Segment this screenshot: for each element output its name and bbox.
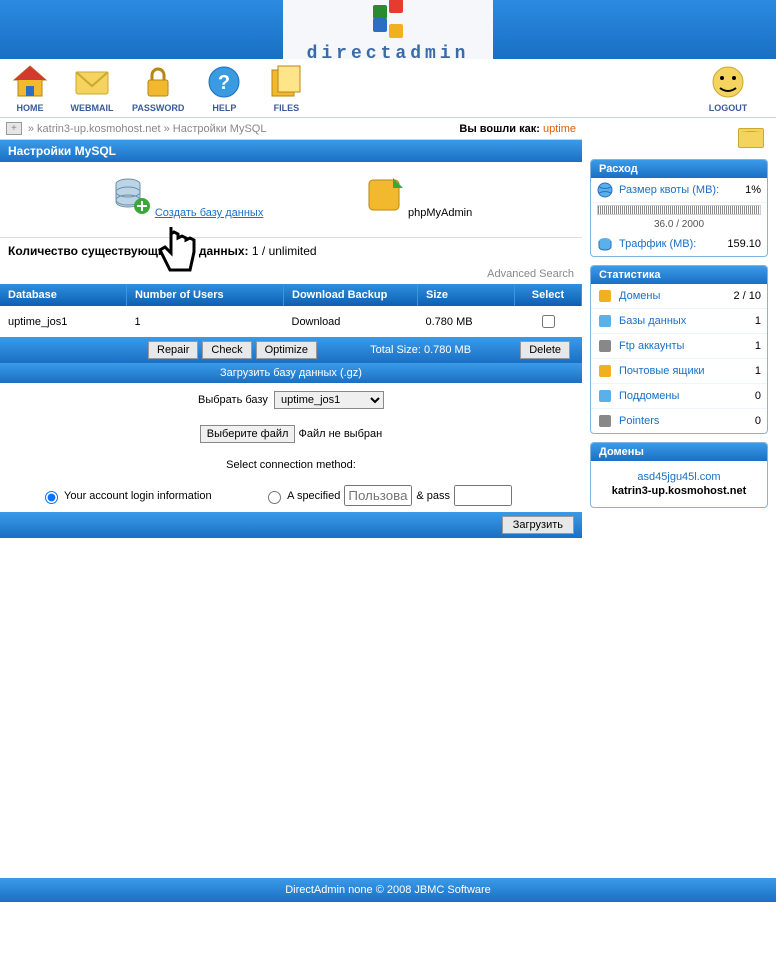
logged-in-label: Вы вошли как: <box>459 123 540 135</box>
action-bar: Repair Check Optimize Total Size: 0.780 … <box>0 337 582 363</box>
nav-webmail[interactable]: WEBMAIL <box>70 63 114 113</box>
stat-icon <box>597 313 613 329</box>
password-icon <box>136 63 180 101</box>
sidebar: Расход Размер квоты (MB): 1% 36.0 / 2000… <box>582 118 776 522</box>
conn-method-label: Select connection method: <box>0 451 582 479</box>
quota-text: 36.0 / 2000 <box>591 217 767 232</box>
domain-link[interactable]: katrin3-up.kosmohost.net <box>595 485 763 497</box>
stat-icon <box>597 288 613 304</box>
logo-text: directadmin <box>283 44 493 64</box>
specified-pass-input[interactable] <box>454 485 512 506</box>
domains-title: Домены <box>591 443 767 461</box>
stat-icon <box>597 338 613 354</box>
total-size: Total Size: 0.780 MB <box>321 344 520 356</box>
stat-row[interactable]: Почтовые ящики1 <box>591 359 767 384</box>
database-add-icon <box>110 174 152 216</box>
col-select[interactable]: Select <box>515 284 582 306</box>
select-db-row: Выбрать базу uptime_jos1 <box>0 383 582 417</box>
logo-icon <box>372 4 404 42</box>
help-icon: ? <box>202 63 246 101</box>
db-size-cell: 0.780 MB <box>418 306 515 337</box>
tools-row: Создать базу данных phpMyAdmin <box>0 162 582 237</box>
logout-icon <box>706 63 750 101</box>
logo-panel: directadmin <box>283 0 493 59</box>
stat-icon <box>597 363 613 379</box>
stat-row[interactable]: Домены2 / 10 <box>591 284 767 309</box>
expand-button[interactable]: + <box>6 122 22 135</box>
svg-text:?: ? <box>218 72 230 94</box>
nav-files[interactable]: FILES <box>264 63 308 113</box>
connection-row: Your account login information A specifi… <box>0 479 582 512</box>
footer: DirectAdmin none © 2008 JBMC Software <box>0 878 776 902</box>
stat-row[interactable]: Базы данных1 <box>591 309 767 334</box>
table-row: uptime_jos1 1 Download 0.780 MB <box>0 306 582 337</box>
choose-file-button[interactable]: Выберите файл <box>200 425 296 443</box>
stat-icon <box>597 388 613 404</box>
nav-home[interactable]: HOME <box>8 63 52 113</box>
db-name-cell[interactable]: uptime_jos1 <box>0 306 127 337</box>
usage-title: Расход <box>591 160 767 178</box>
select-checkbox[interactable] <box>542 315 555 328</box>
database-table: Database Number of Users Download Backup… <box>0 284 582 337</box>
stats-title: Статистика <box>591 266 767 284</box>
col-size[interactable]: Size <box>418 284 515 306</box>
repair-button[interactable]: Repair <box>148 341 198 359</box>
logged-in-user[interactable]: uptime <box>543 123 576 135</box>
db-users-cell: 1 <box>127 306 284 337</box>
col-database[interactable]: Database <box>0 284 127 306</box>
nav-password[interactable]: PASSWORD <box>132 63 184 113</box>
stat-row[interactable]: Pointers0 <box>591 409 767 433</box>
col-users[interactable]: Number of Users <box>127 284 284 306</box>
top-header: directadmin <box>0 0 776 59</box>
stat-row[interactable]: Ftp аккаунты1 <box>591 334 767 359</box>
db-select[interactable]: uptime_jos1 <box>274 391 384 409</box>
optimize-button[interactable]: Optimize <box>256 341 317 359</box>
specified-user-input[interactable] <box>344 485 412 506</box>
file-select-row: Выберите файл Файл не выбран <box>0 417 582 451</box>
create-db-link[interactable]: Создать базу данных <box>110 174 264 219</box>
disk-icon <box>597 236 613 252</box>
stats-box: Статистика Домены2 / 10Базы данных1Ftp а… <box>590 265 768 434</box>
breadcrumb-host[interactable]: katrin3-up.kosmohost.net <box>37 123 161 135</box>
globe-icon <box>597 182 613 198</box>
upload-header: Загрузить базу данных (.gz) <box>0 363 582 383</box>
domains-box: Домены asd45jgu45l.com katrin3-up.kosmoho… <box>590 442 768 508</box>
download-link[interactable]: Download <box>292 316 341 328</box>
radio-account-input[interactable] <box>45 491 58 504</box>
messages-icon[interactable] <box>738 128 764 148</box>
quota-bar <box>597 205 761 215</box>
radio-account[interactable]: Your account login information <box>40 488 212 504</box>
radio-specified-input[interactable] <box>268 491 281 504</box>
breadcrumb-sep: » <box>28 123 34 135</box>
nav-logout[interactable]: LOGOUT <box>706 63 750 113</box>
nav-bar: HOME WEBMAIL PASSWORD ? HELP FILES LOGOU… <box>0 59 776 118</box>
home-icon <box>8 63 52 101</box>
radio-specified[interactable]: A specified & pass <box>263 485 512 506</box>
breadcrumb-page: Настройки MySQL <box>173 123 267 135</box>
db-count-row: Количество существующих баз данных: 1 / … <box>0 237 582 264</box>
phpmyadmin-icon <box>363 174 405 216</box>
phpmyadmin-link[interactable]: phpMyAdmin <box>363 174 472 219</box>
col-download[interactable]: Download Backup <box>284 284 418 306</box>
upload-button[interactable]: Загрузить <box>502 516 574 534</box>
breadcrumb: + » katrin3-up.kosmohost.net » Настройки… <box>0 118 582 140</box>
domain-link[interactable]: asd45jgu45l.com <box>595 471 763 483</box>
files-icon <box>264 63 308 101</box>
breadcrumb-sep: » <box>164 123 170 135</box>
stat-row[interactable]: Поддомены0 <box>591 384 767 409</box>
stat-icon <box>597 413 613 429</box>
advanced-search-link[interactable]: Advanced Search <box>0 264 582 284</box>
webmail-icon <box>70 63 114 101</box>
usage-box: Расход Размер квоты (MB): 1% 36.0 / 2000… <box>590 159 768 257</box>
nav-help[interactable]: ? HELP <box>202 63 246 113</box>
panel-title: Настройки MySQL <box>0 140 582 162</box>
delete-button[interactable]: Delete <box>520 341 570 359</box>
no-file-label: Файл не выбран <box>298 428 382 440</box>
submit-row: Загрузить <box>0 512 582 538</box>
check-button[interactable]: Check <box>202 341 251 359</box>
